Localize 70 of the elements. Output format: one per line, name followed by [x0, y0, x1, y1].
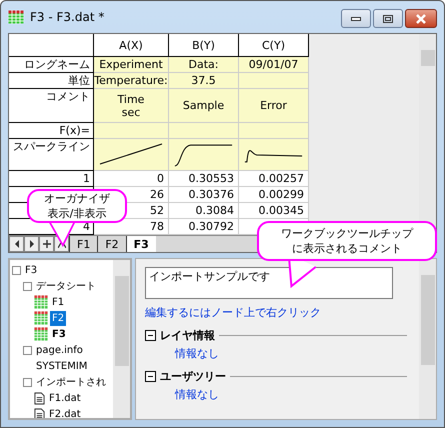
column-header[interactable]: A(X) [94, 34, 169, 57]
document-icon [34, 392, 45, 404]
section-value: 情報なし [174, 387, 220, 402]
tree-item[interactable]: インポートされ [34, 374, 108, 390]
tree-node-box-icon[interactable] [23, 378, 32, 386]
label-cell[interactable]: 37.5 [169, 73, 239, 89]
worksheet-icon [34, 311, 48, 325]
row-label: スパークライン [9, 139, 94, 171]
maximize-button[interactable] [373, 9, 403, 28]
worksheet-icon [34, 327, 48, 341]
sheet-tab[interactable]: F3 [126, 236, 156, 252]
label-cell[interactable]: Time sec [94, 89, 169, 123]
label-cell[interactable]: Temperature: [94, 73, 169, 89]
row-label: ロングネーム [9, 57, 94, 73]
table-cell: 0.30792 [169, 219, 239, 235]
column-header[interactable]: B(Y) [169, 34, 239, 57]
section-title: レイヤ情報 [160, 328, 215, 343]
add-icon[interactable] [39, 236, 54, 252]
column-header[interactable]: C(Y) [239, 34, 309, 57]
row-label: 単位 [9, 73, 94, 89]
tree-item[interactable]: SYSTEMIM [34, 358, 90, 374]
edit-hint-link[interactable]: 編集するにはノード上で右クリック [145, 305, 407, 320]
label-cell[interactable]: Data: [169, 57, 239, 73]
collapse-icon[interactable] [145, 371, 156, 382]
maximize-icon [383, 14, 393, 22]
scrollbar[interactable] [419, 259, 436, 419]
table-cell: 0.30376 [169, 187, 239, 203]
table-cell: 0 [94, 171, 169, 187]
label-cell[interactable] [94, 123, 169, 139]
worksheet-icon [34, 295, 48, 309]
tree-node-box-icon[interactable] [12, 266, 21, 274]
tree-item[interactable]: F3 [23, 262, 40, 278]
collapse-icon[interactable] [145, 330, 156, 341]
table-cell: 0.30553 [169, 171, 239, 187]
section-title: ユーザツリー [160, 369, 226, 384]
label-cell[interactable] [239, 123, 309, 139]
section-value: 情報なし [174, 346, 220, 361]
tree-item[interactable]: F1 [50, 294, 66, 310]
grid-icon [8, 10, 24, 24]
minimize-button[interactable] [341, 9, 371, 28]
row-header[interactable]: 1 [9, 171, 94, 187]
close-button[interactable] [405, 9, 437, 28]
tree-item[interactable]: F2.dat [47, 406, 83, 418]
tree-node-box-icon[interactable] [23, 282, 32, 290]
tree-item[interactable]: F2 [50, 310, 66, 326]
row-label: コメント [9, 89, 94, 123]
callout-text: ワークブックツールチップ [281, 226, 413, 241]
label-cell[interactable] [169, 123, 239, 139]
table-cell: 0.3084 [169, 203, 239, 219]
tree-item[interactable]: F1.dat [47, 390, 83, 406]
table-cell: 0.00345 [239, 203, 309, 219]
label-cell[interactable]: Sample [169, 89, 239, 123]
previous-icon[interactable] [9, 236, 24, 252]
table-cell: 0.00299 [239, 187, 309, 203]
row-label: F(x)= [9, 123, 94, 139]
tree-node-box-icon[interactable] [23, 346, 32, 354]
callout-text: に表示されるコメント [292, 241, 402, 256]
table-cell: 0.00257 [239, 171, 309, 187]
scrollbar[interactable] [113, 260, 130, 418]
next-icon[interactable] [24, 236, 39, 252]
label-cell[interactable]: Error [239, 89, 309, 123]
label-cell[interactable]: 09/01/07 [239, 57, 309, 73]
label-cell[interactable]: Experiment [94, 57, 169, 73]
tree-item[interactable]: page.info [34, 342, 85, 358]
label-cell[interactable] [239, 73, 309, 89]
close-icon [415, 14, 427, 24]
tree-item[interactable]: F3 [50, 326, 68, 342]
window-title: F3 - F3.dat * [30, 10, 106, 24]
minimize-icon [351, 16, 361, 20]
tree-item[interactable]: データシート [34, 278, 98, 294]
